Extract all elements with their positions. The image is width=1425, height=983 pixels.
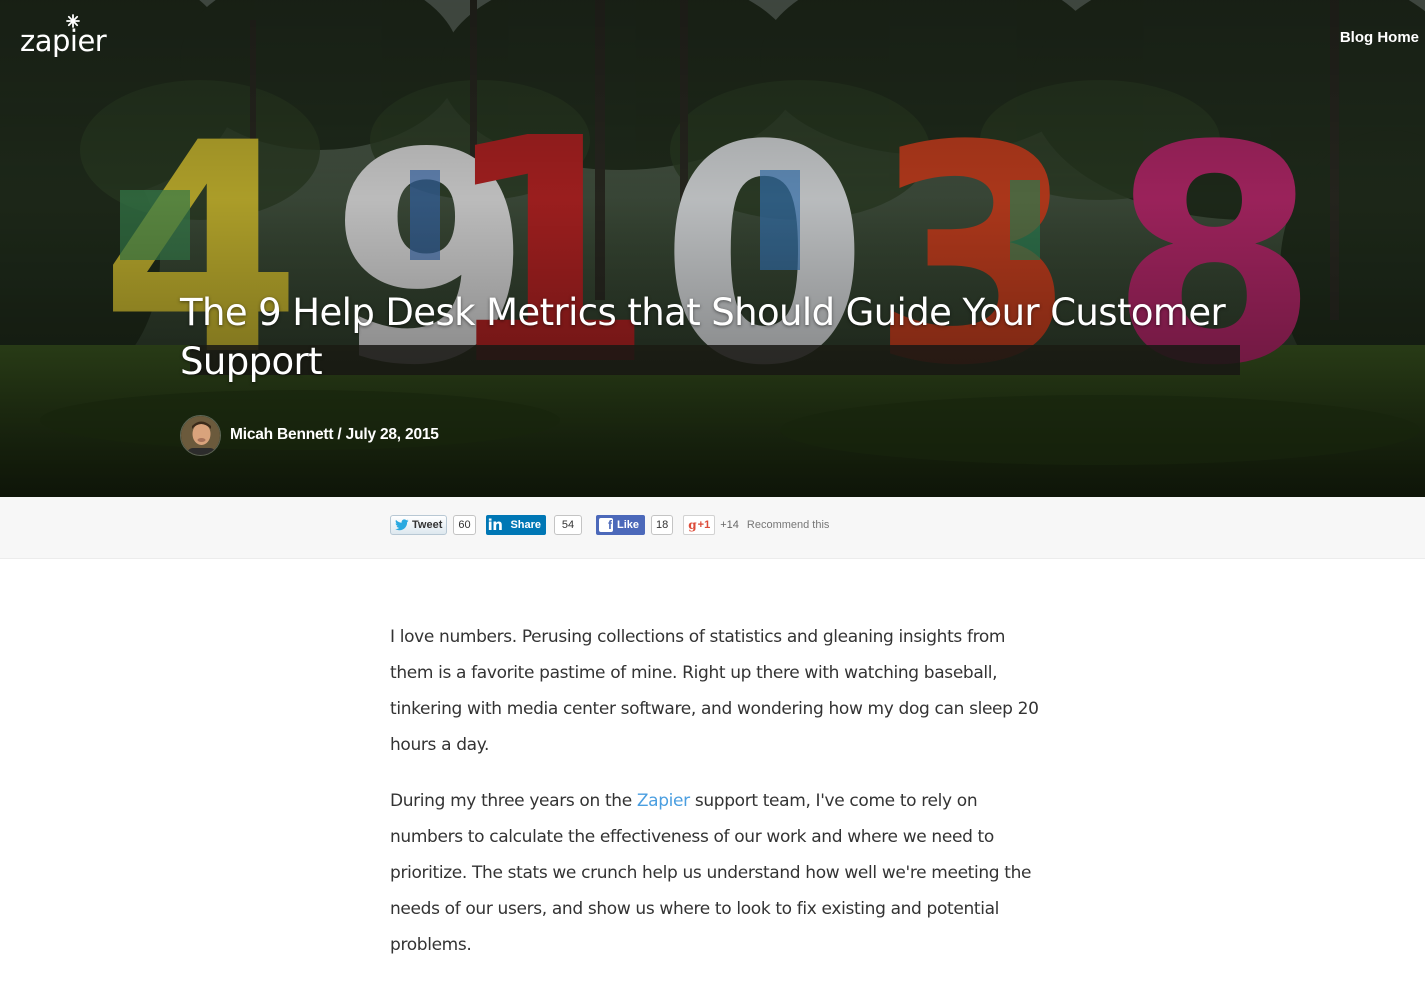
article-body: I love numbers. Perusing collections of … bbox=[390, 619, 1050, 983]
post-title: The 9 Help Desk Metrics that Should Guid… bbox=[180, 291, 1226, 383]
logo-text: zapier bbox=[20, 24, 107, 58]
blog-home-link[interactable]: Blog Home bbox=[1340, 28, 1419, 48]
author-and-date: Micah Bennett / July 28, 2015 bbox=[230, 426, 439, 443]
author-avatar[interactable] bbox=[180, 414, 221, 456]
paragraph-2: During my three years on the Zapier supp… bbox=[390, 783, 1050, 963]
paragraph-2-start: During my three years on the bbox=[390, 791, 637, 811]
facebook-label: Like bbox=[617, 518, 640, 531]
zapier-logo[interactable]: zapier bbox=[20, 14, 120, 58]
share-buttons: Tweet 60 in Share 54 f Like 18 g +1 +14 … bbox=[390, 514, 829, 535]
recommend-text: Recommend this bbox=[746, 518, 830, 531]
tweet-count: 60 bbox=[453, 514, 476, 535]
google-plus-icon: g bbox=[688, 517, 697, 532]
linkedin-count: 54 bbox=[554, 514, 583, 535]
paragraph-1: I love numbers. Perusing collections of … bbox=[390, 627, 1039, 755]
facebook-like-button[interactable]: f Like bbox=[596, 514, 646, 535]
byline: Micah Bennett / July 28, 2015 bbox=[180, 414, 439, 456]
twitter-bird-icon bbox=[395, 518, 409, 530]
google-plus-label: +1 bbox=[697, 518, 711, 531]
zapier-link[interactable]: Zapier bbox=[637, 791, 690, 811]
hero-banner: 4 9 1 0 3 8 zapier Blog Home bbox=[0, 0, 1425, 497]
facebook-count: 18 bbox=[651, 514, 674, 535]
share-bar: Tweet 60 in Share 54 f Like 18 g +1 +14 … bbox=[0, 497, 1425, 559]
linkedin-icon: in bbox=[487, 515, 503, 534]
linkedin-share-button[interactable]: in Share bbox=[485, 514, 547, 535]
linkedin-label: Share bbox=[510, 518, 542, 531]
google-plus-button[interactable]: g +1 bbox=[683, 514, 716, 535]
avatar-image bbox=[181, 415, 220, 455]
tweet-button[interactable]: Tweet bbox=[390, 514, 448, 535]
google-plus-count: +14 bbox=[720, 518, 739, 531]
tweet-label: Tweet bbox=[412, 518, 443, 531]
facebook-icon: f bbox=[599, 517, 614, 532]
paragraph-2-end: support team, I've come to rely on numbe… bbox=[390, 791, 1032, 955]
